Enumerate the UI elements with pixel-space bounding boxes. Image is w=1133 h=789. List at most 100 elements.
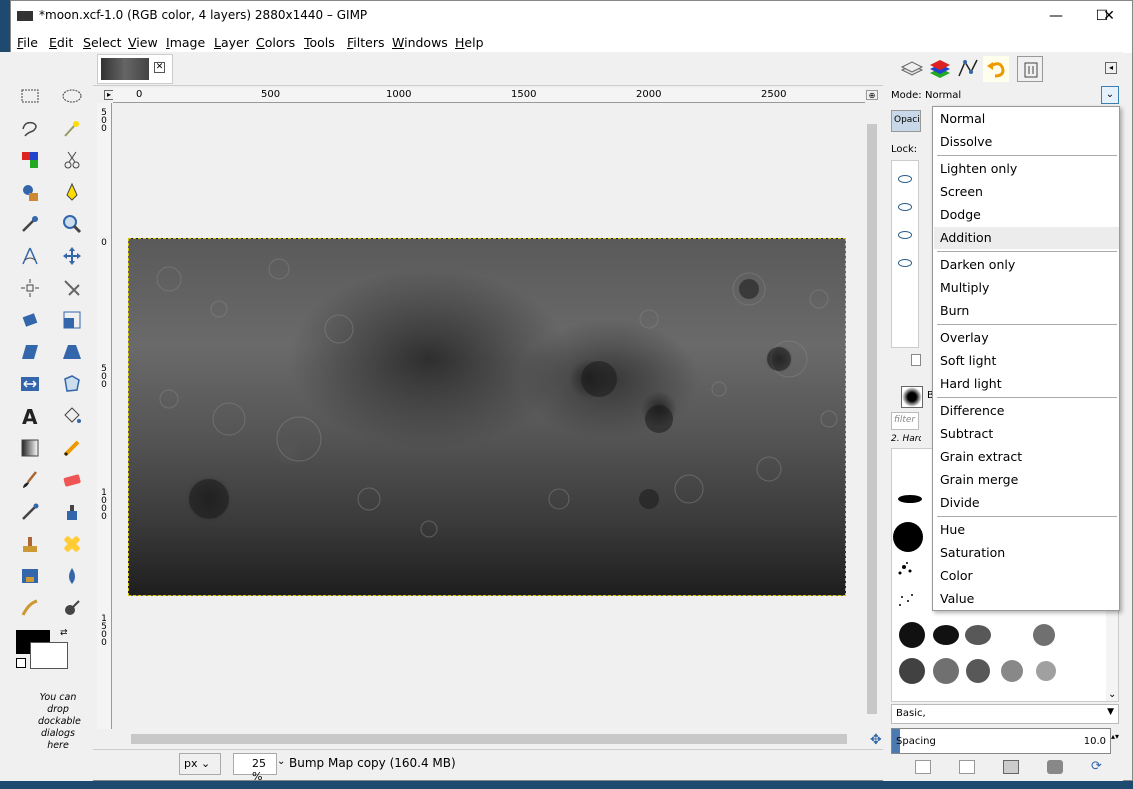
menu-help[interactable]: Help (455, 35, 484, 50)
vertical-scroll-thumb[interactable] (867, 124, 877, 714)
brush-tag-select[interactable]: Basic, ▼ (891, 704, 1119, 724)
mode-option-darken-only[interactable]: Darken only (934, 254, 1119, 276)
paths-tab-icon[interactable] (955, 56, 981, 82)
paintbrush-tool-icon[interactable] (18, 468, 42, 492)
blend-tool-icon[interactable] (18, 436, 42, 460)
layers-tab-icon[interactable] (899, 56, 925, 82)
menu-image[interactable]: Image (166, 35, 205, 50)
spinner-arrows-icon[interactable]: ▴▾ (1111, 732, 1119, 741)
duplicate-brush-icon[interactable] (1003, 760, 1019, 774)
scissors-select-tool-icon[interactable] (60, 148, 84, 172)
mode-option-hue[interactable]: Hue (934, 519, 1119, 541)
select-by-color-tool-icon[interactable] (18, 148, 42, 172)
menu-edit[interactable]: Edit (49, 35, 73, 50)
ink-tool-icon[interactable] (60, 500, 84, 524)
opacity-slider[interactable]: Opacity (891, 110, 921, 132)
menu-layer[interactable]: Layer (214, 35, 249, 50)
layers-list[interactable] (891, 160, 919, 348)
color-picker-tool-icon[interactable] (18, 212, 42, 236)
mode-option-addition[interactable]: Addition (934, 227, 1119, 249)
mode-option-dissolve[interactable]: Dissolve (934, 131, 1119, 153)
mode-option-multiply[interactable]: Multiply (934, 277, 1119, 299)
menu-select[interactable]: Select (83, 35, 122, 50)
ellipse-select-tool-icon[interactable] (60, 84, 84, 108)
zoom-select[interactable]: 25 % (233, 753, 277, 783)
pencil-tool-icon[interactable] (60, 436, 84, 460)
mode-option-grain-merge[interactable]: Grain merge (934, 469, 1119, 491)
mode-option-soft-light[interactable]: Soft light (934, 350, 1119, 372)
menu-tools[interactable]: Tools (304, 35, 335, 50)
zoom-tool-icon[interactable] (60, 212, 84, 236)
mode-option-burn[interactable]: Burn (934, 300, 1119, 322)
blur-sharpen-tool-icon[interactable] (60, 564, 84, 588)
horizontal-ruler[interactable]: 0 500 1000 1500 2000 2500 (113, 88, 865, 103)
vertical-ruler[interactable]: 500 0 500 1000 1500 (97, 103, 112, 729)
menu-file[interactable]: File (17, 35, 38, 50)
rect-select-tool-icon[interactable] (18, 84, 42, 108)
mode-option-subtract[interactable]: Subtract (934, 423, 1119, 445)
horizontal-scroll-thumb[interactable] (131, 734, 847, 744)
mode-option-hard-light[interactable]: Hard light (934, 373, 1119, 395)
crop-tool-icon[interactable] (60, 276, 84, 300)
undo-history-tab-icon[interactable] (983, 56, 1009, 82)
mode-option-normal[interactable]: Normal (934, 108, 1119, 130)
mode-option-color[interactable]: Color (934, 565, 1119, 587)
background-color-swatch[interactable] (30, 642, 68, 669)
heal-tool-icon[interactable] (60, 532, 84, 556)
channels-tab-icon[interactable] (927, 56, 953, 82)
smudge-tool-icon[interactable] (18, 596, 42, 620)
mode-option-dodge[interactable]: Dodge (934, 204, 1119, 226)
vertical-scrollbar[interactable] (865, 112, 879, 729)
default-colors-icon[interactable] (16, 658, 26, 668)
eraser-tool-icon[interactable] (60, 468, 84, 492)
menu-view[interactable]: View (128, 35, 158, 50)
close-tab-icon[interactable]: ✕ (154, 62, 165, 73)
minimize-button[interactable]: — (1033, 1, 1079, 31)
visibility-eye-icon[interactable] (898, 259, 912, 267)
shear-tool-icon[interactable] (18, 340, 42, 364)
foreground-select-tool-icon[interactable] (18, 180, 42, 204)
close-button[interactable]: ✕ (1086, 1, 1132, 31)
clone-tool-icon[interactable] (18, 532, 42, 556)
mode-value[interactable]: Normal (925, 90, 961, 101)
perspective-clone-tool-icon[interactable] (18, 564, 42, 588)
rotate-tool-icon[interactable] (18, 308, 42, 332)
brush-filter-input[interactable]: filter (891, 412, 919, 430)
dock-menu-icon[interactable]: ◂ (1105, 62, 1117, 74)
mode-dropdown-button[interactable]: ⌄ (1101, 86, 1119, 104)
scroll-down-icon[interactable]: ⌄ (1108, 689, 1116, 700)
alignment-tool-icon[interactable] (18, 276, 42, 300)
dodge-burn-tool-icon[interactable] (60, 596, 84, 620)
mode-option-screen[interactable]: Screen (934, 181, 1119, 203)
device-status-tab-icon[interactable] (1017, 56, 1043, 82)
zoom-image-toggle-icon[interactable]: ⊕ (866, 90, 878, 100)
moon-image-layer[interactable] (128, 238, 846, 596)
image-tab[interactable]: ✕ (97, 54, 173, 84)
mode-option-saturation[interactable]: Saturation (934, 542, 1119, 564)
bucket-fill-tool-icon[interactable] (60, 404, 84, 428)
airbrush-tool-icon[interactable] (18, 500, 42, 524)
visibility-eye-icon[interactable] (898, 203, 912, 211)
title-bar[interactable]: *moon.xcf-1.0 (RGB color, 4 layers) 2880… (11, 1, 1132, 31)
refresh-brushes-icon[interactable]: ⟳ (1091, 760, 1107, 774)
mode-option-lighten-only[interactable]: Lighten only (934, 158, 1119, 180)
unit-select[interactable]: px ⌄ (179, 753, 221, 775)
swap-colors-icon[interactable]: ⇄ (60, 628, 70, 638)
new-layer-icon[interactable] (911, 354, 921, 366)
menu-filters[interactable]: Filters (347, 35, 384, 50)
flip-tool-icon[interactable] (18, 372, 42, 396)
horizontal-scrollbar[interactable] (113, 732, 865, 746)
navigate-icon[interactable]: ✥ (870, 732, 882, 748)
paths-tool-icon[interactable] (60, 180, 84, 204)
delete-brush-icon[interactable] (1047, 760, 1063, 774)
mode-option-divide[interactable]: Divide (934, 492, 1119, 514)
fuzzy-select-tool-icon[interactable] (60, 116, 84, 140)
chevron-down-icon[interactable]: ⌄ (277, 756, 285, 767)
scale-tool-icon[interactable] (60, 308, 84, 332)
move-tool-icon[interactable] (60, 244, 84, 268)
visibility-eye-icon[interactable] (898, 175, 912, 183)
spacing-slider[interactable]: Spacing 10.0 (891, 728, 1111, 754)
mode-option-overlay[interactable]: Overlay (934, 327, 1119, 349)
perspective-tool-icon[interactable] (60, 340, 84, 364)
text-tool-icon[interactable]: A (18, 404, 42, 428)
